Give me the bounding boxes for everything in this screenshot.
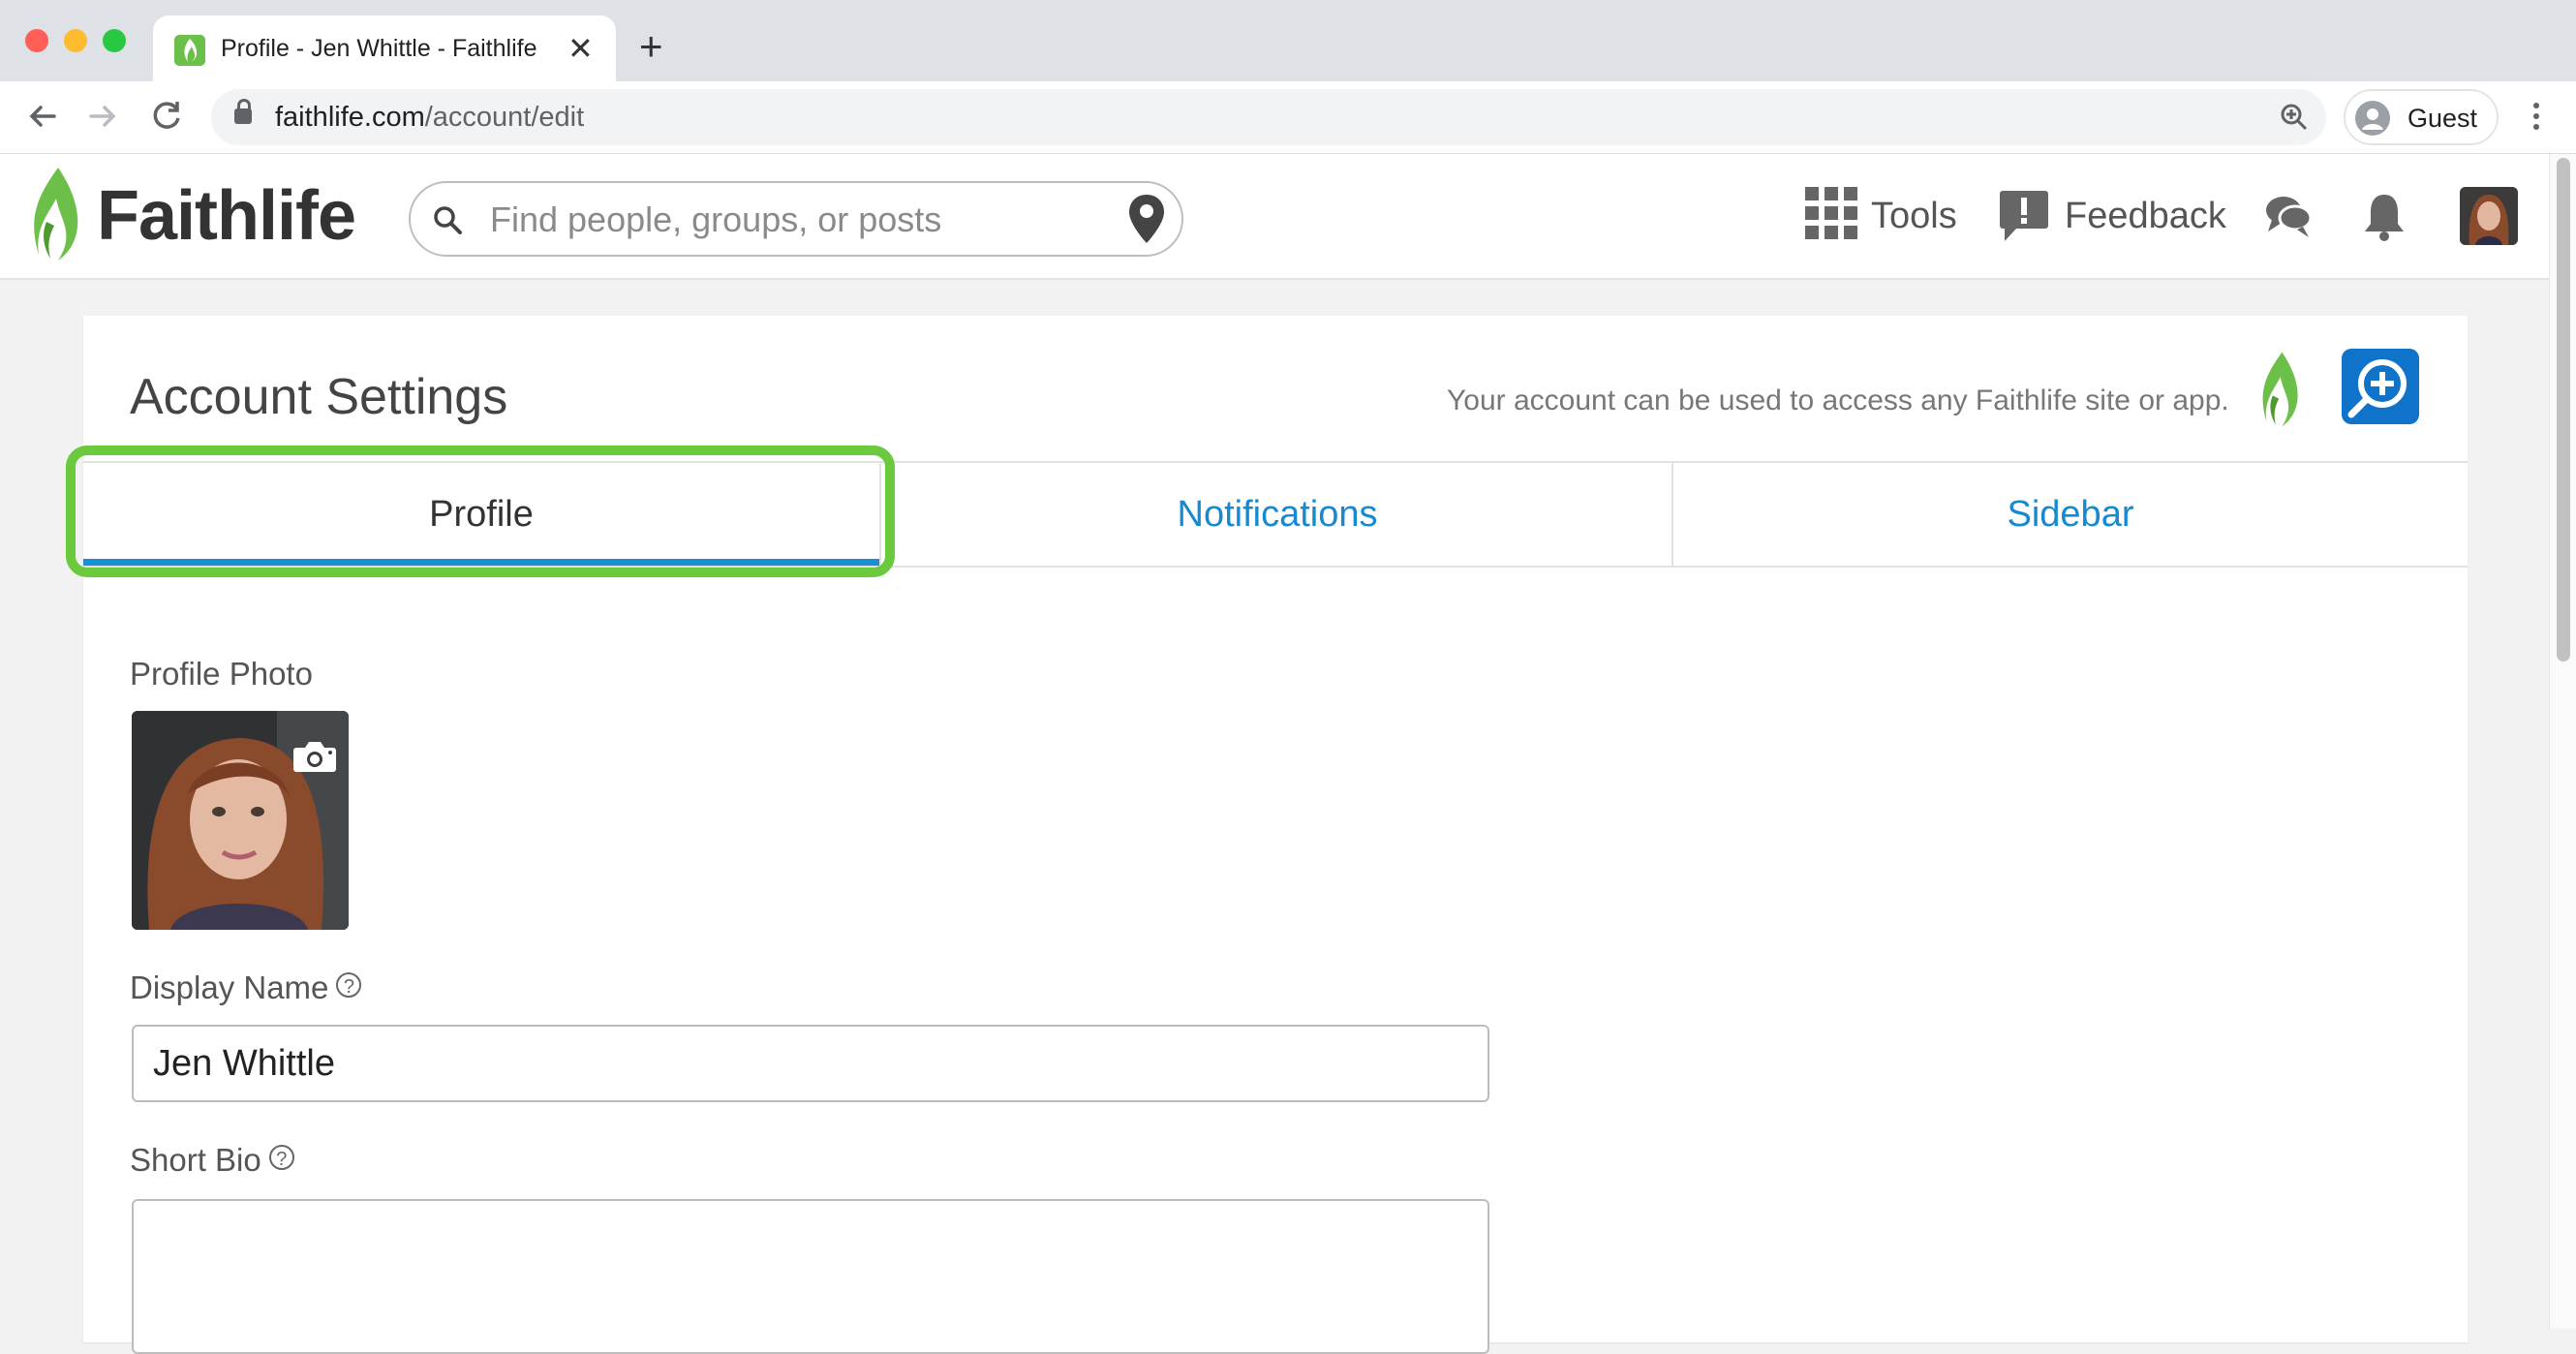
browser-tab[interactable]: Profile - Jen Whittle - Faithlife ✕ bbox=[153, 15, 616, 81]
tab-close-icon[interactable]: ✕ bbox=[567, 29, 594, 68]
lock-icon bbox=[234, 99, 252, 124]
profile-photo-label: Profile Photo bbox=[130, 656, 313, 692]
site-header: Faithlife Tools Feedback bbox=[0, 154, 2549, 280]
search-icon bbox=[432, 204, 463, 235]
guest-avatar-icon bbox=[2355, 101, 2390, 136]
account-settings-card: Account Settings Your account can be use… bbox=[83, 316, 2468, 1354]
tools-grid-icon[interactable] bbox=[1805, 187, 1857, 244]
account-note: Your account can be used to access any F… bbox=[1447, 385, 2229, 416]
forward-arrow-icon[interactable] bbox=[81, 95, 124, 138]
feedback-link[interactable]: Feedback bbox=[2065, 187, 2226, 245]
tab-notifications[interactable]: Notifications bbox=[881, 463, 1673, 566]
tab-sidebar[interactable]: Sidebar bbox=[1673, 463, 2468, 566]
reload-icon[interactable] bbox=[145, 95, 188, 138]
location-pin-icon[interactable] bbox=[1127, 193, 1166, 245]
camera-icon[interactable] bbox=[292, 740, 337, 773]
settings-tabs: Profile Notifications Sidebar bbox=[83, 461, 2468, 568]
page-title: Account Settings bbox=[130, 369, 508, 425]
guest-label: Guest bbox=[2407, 104, 2478, 133]
logos-app-icon[interactable] bbox=[2342, 349, 2419, 424]
profile-photo[interactable] bbox=[132, 711, 349, 930]
tab-profile[interactable]: Profile bbox=[83, 463, 879, 566]
browser-tab-strip: Profile - Jen Whittle - Faithlife ✕ + bbox=[0, 0, 2576, 81]
faithlife-flame-icon[interactable] bbox=[2253, 351, 2307, 428]
display-name-field[interactable] bbox=[132, 1025, 1489, 1102]
scrollbar-thumb[interactable] bbox=[2557, 158, 2570, 662]
tools-link[interactable]: Tools bbox=[1871, 187, 1957, 245]
faithlife-favicon-icon bbox=[174, 35, 205, 66]
url-text: faithlife.com/account/edit bbox=[275, 102, 585, 133]
help-icon[interactable]: ? bbox=[336, 972, 362, 998]
faithlife-logo-icon[interactable] bbox=[25, 166, 85, 262]
browser-toolbar: faithlife.com/account/edit Guest bbox=[0, 81, 2576, 154]
feedback-icon[interactable] bbox=[1999, 189, 2049, 248]
tab-title: Profile - Jen Whittle - Faithlife bbox=[221, 35, 537, 62]
search-bar[interactable] bbox=[409, 181, 1183, 257]
address-bar[interactable]: faithlife.com/account/edit bbox=[211, 89, 2326, 145]
faithlife-logo-text[interactable]: Faithlife bbox=[97, 175, 356, 257]
new-tab-button[interactable]: + bbox=[639, 23, 663, 70]
page-scrollbar[interactable] bbox=[2549, 154, 2576, 1329]
display-name-label: Display Name? bbox=[130, 969, 362, 1007]
window-minimize-button[interactable] bbox=[64, 29, 87, 52]
window-zoom-button[interactable] bbox=[103, 29, 126, 52]
short-bio-label: Short Bio? bbox=[130, 1141, 294, 1180]
browser-profile-button[interactable]: Guest bbox=[2344, 89, 2499, 145]
bell-icon[interactable] bbox=[2363, 191, 2406, 246]
user-avatar[interactable] bbox=[2460, 187, 2518, 245]
browser-menu-icon[interactable] bbox=[2522, 99, 2551, 138]
short-bio-field[interactable] bbox=[132, 1199, 1489, 1354]
messages-icon[interactable] bbox=[2264, 193, 2313, 244]
zoom-icon[interactable] bbox=[2280, 103, 2309, 132]
back-arrow-icon[interactable] bbox=[21, 95, 64, 138]
search-input[interactable] bbox=[488, 195, 1073, 245]
help-icon[interactable]: ? bbox=[268, 1145, 294, 1170]
window-close-button[interactable] bbox=[25, 29, 48, 52]
